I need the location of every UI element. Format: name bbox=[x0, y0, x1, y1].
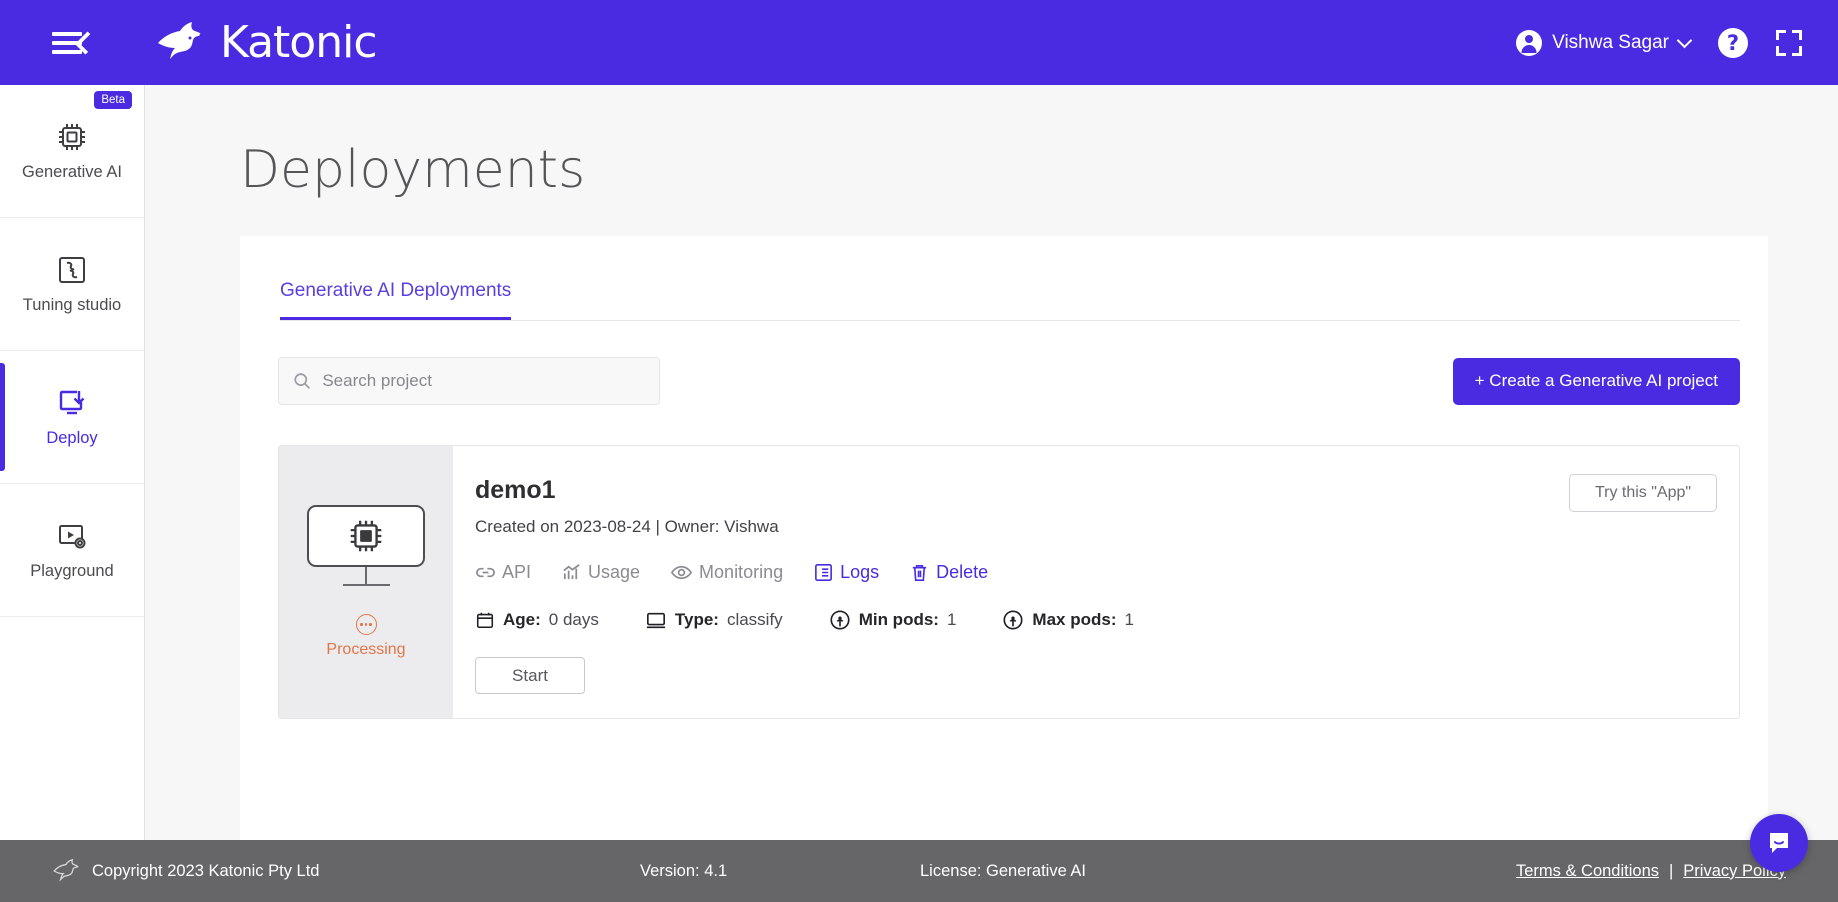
ai-chip-icon bbox=[59, 124, 85, 150]
beta-badge: Beta bbox=[94, 91, 132, 110]
sidebar-item-playground[interactable]: Playground bbox=[0, 484, 144, 617]
pods-icon bbox=[830, 610, 850, 630]
footer-copyright-text: Copyright 2023 Katonic Pty Ltd bbox=[92, 861, 320, 880]
account-circle-icon bbox=[1516, 29, 1543, 56]
deployment-name: demo1 bbox=[475, 476, 556, 504]
trash-icon bbox=[912, 565, 927, 581]
top-header-bar: Katonic Vishwa Sagar ? bbox=[0, 0, 1838, 85]
list-logs-icon bbox=[815, 564, 833, 581]
meta-type: Type: classify bbox=[645, 610, 783, 630]
chart-usage-icon bbox=[563, 564, 580, 580]
main-content: Deployments Generative AI Deployments + … bbox=[145, 85, 1838, 902]
meta-min-pods: Min pods: 1 bbox=[829, 609, 957, 631]
pods-icon bbox=[1003, 610, 1023, 630]
sidebar-item-generative-ai[interactable]: Beta Generative AI bbox=[0, 85, 144, 218]
tab-divider bbox=[280, 320, 1740, 321]
action-label: Logs bbox=[840, 562, 880, 582]
eye-icon bbox=[670, 565, 693, 580]
left-sidebar: Beta Generative AI Tuning studio Deploy bbox=[0, 85, 145, 902]
deployments-panel: Generative AI Deployments + Create a Gen… bbox=[240, 236, 1768, 862]
brand-logo[interactable]: Katonic bbox=[154, 17, 378, 68]
panel-toolbar: + Create a Generative AI project bbox=[278, 357, 1740, 405]
action-label: Monitoring bbox=[699, 562, 784, 582]
meta-key: Max pods: bbox=[1032, 610, 1117, 629]
deployment-subtitle: Created on 2023-08-24 | Owner: Vishwa bbox=[475, 517, 779, 536]
footer-links: Terms & Conditions | Privacy Policy bbox=[1516, 862, 1786, 881]
meta-value: 1 bbox=[946, 610, 957, 629]
thumbnail-base bbox=[342, 584, 390, 586]
meta-value: 0 days bbox=[548, 610, 599, 629]
chat-bubble-button[interactable] bbox=[1750, 814, 1808, 872]
footer-version: Version: 4.1 bbox=[640, 861, 728, 880]
create-generative-ai-project-button[interactable]: + Create a Generative AI project bbox=[1452, 357, 1740, 405]
action-label: Delete bbox=[936, 562, 989, 582]
app-root: Katonic Vishwa Sagar ? Beta Generative A… bbox=[0, 0, 1838, 902]
action-logs[interactable]: Logs bbox=[813, 562, 879, 583]
tab-generative-ai-deployments[interactable]: Generative AI Deployments bbox=[280, 280, 512, 320]
meta-value: classify bbox=[726, 610, 783, 629]
terms-and-conditions-link[interactable]: Terms & Conditions bbox=[1516, 862, 1659, 881]
user-menu[interactable]: Vishwa Sagar bbox=[1516, 29, 1693, 56]
sidebar-item-label: Deploy bbox=[46, 429, 98, 447]
deployment-actions: API Usage Monitoring Logs Delete bbox=[475, 561, 1713, 584]
hamburger-collapse-icon[interactable] bbox=[52, 26, 99, 60]
tab-bar: Generative AI Deployments bbox=[240, 236, 1768, 320]
kangaroo-logo-icon bbox=[158, 21, 203, 59]
processing-dots-icon bbox=[355, 614, 377, 635]
action-label: Usage bbox=[588, 562, 641, 582]
ai-monitor-icon bbox=[307, 505, 425, 567]
footer-license: License: Generative AI bbox=[920, 861, 1087, 880]
chevron-down-icon[interactable] bbox=[1676, 32, 1693, 48]
search-input[interactable] bbox=[322, 371, 645, 391]
brand-name: Katonic bbox=[220, 17, 378, 68]
meta-key: Type: bbox=[674, 610, 719, 629]
start-button[interactable]: Start bbox=[475, 657, 585, 694]
meta-key: Age: bbox=[503, 610, 541, 629]
puzzle-icon bbox=[59, 257, 85, 283]
action-api[interactable]: API bbox=[475, 562, 531, 583]
play-settings-icon bbox=[59, 525, 86, 549]
deployment-card: Processing demo1 Created on 2023-08-24 |… bbox=[278, 445, 1740, 719]
monitor-icon bbox=[646, 612, 665, 629]
action-monitoring[interactable]: Monitoring bbox=[670, 561, 783, 584]
try-this-app-button[interactable]: Try this "App" bbox=[1569, 474, 1717, 512]
thumbnail-stand bbox=[365, 567, 367, 584]
status-badge: Processing bbox=[326, 614, 406, 659]
footer-copyright: Copyright 2023 Katonic Pty Ltd bbox=[52, 859, 319, 883]
sidebar-item-label: Generative AI bbox=[22, 163, 122, 181]
fullscreen-icon[interactable] bbox=[1776, 29, 1802, 56]
deployment-thumbnail-panel: Processing bbox=[279, 446, 453, 718]
status-label: Processing bbox=[326, 641, 406, 658]
page-footer: Copyright 2023 Katonic Pty Ltd Version: … bbox=[0, 840, 1838, 902]
meta-key: Min pods: bbox=[858, 610, 939, 629]
meta-max-pods: Max pods: 1 bbox=[1002, 609, 1134, 631]
search-project-box[interactable] bbox=[278, 357, 660, 405]
footer-link-separator: | bbox=[1669, 861, 1674, 880]
action-usage[interactable]: Usage bbox=[561, 562, 640, 583]
header-right-actions: Vishwa Sagar ? bbox=[1516, 27, 1802, 58]
deployment-meta: Age: 0 days Type: classify Min pods: 1 M… bbox=[475, 609, 1713, 631]
action-label: API bbox=[502, 562, 532, 582]
link-icon bbox=[476, 567, 495, 578]
help-circle-icon[interactable]: ? bbox=[1718, 27, 1748, 58]
chat-bubble-smile-icon bbox=[1770, 833, 1788, 853]
meta-value: 1 bbox=[1124, 610, 1134, 629]
sidebar-item-tuning-studio[interactable]: Tuning studio bbox=[0, 218, 144, 351]
deployment-details: demo1 Created on 2023-08-24 | Owner: Vis… bbox=[453, 446, 1739, 718]
sidebar-item-deploy[interactable]: Deploy bbox=[0, 351, 144, 484]
meta-age: Age: 0 days bbox=[475, 610, 599, 630]
search-icon bbox=[294, 373, 311, 389]
deploy-download-icon bbox=[59, 390, 85, 415]
page-title: Deployments bbox=[240, 140, 586, 200]
sidebar-item-label: Playground bbox=[30, 562, 114, 580]
calendar-icon bbox=[476, 612, 494, 629]
kangaroo-icon bbox=[53, 859, 79, 882]
user-name-label: Vishwa Sagar bbox=[1552, 31, 1669, 53]
action-delete[interactable]: Delete bbox=[909, 562, 988, 583]
sidebar-item-label: Tuning studio bbox=[22, 296, 122, 314]
